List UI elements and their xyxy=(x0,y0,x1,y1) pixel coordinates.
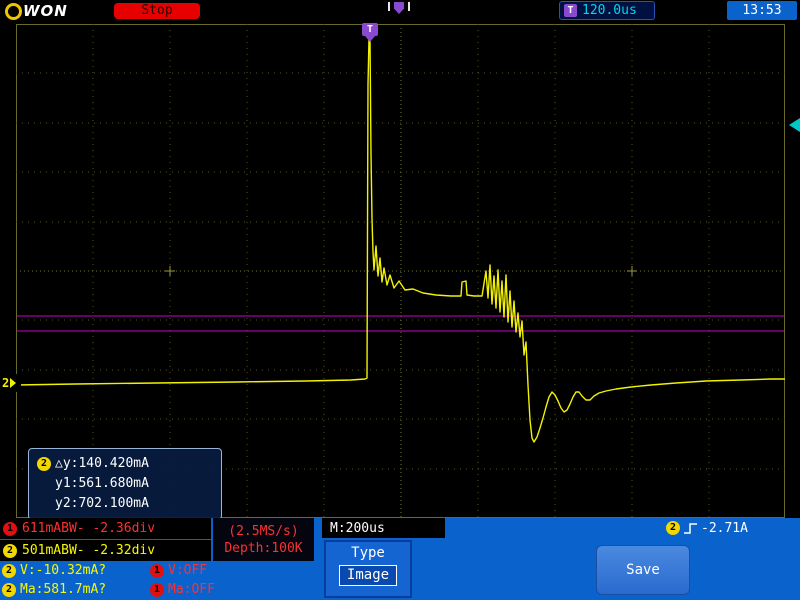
logo-text: WON xyxy=(23,2,68,20)
ch2-badge: 2 xyxy=(37,457,51,471)
ch2-position-label: 2 xyxy=(0,376,9,390)
timebase-value: M:200us xyxy=(330,521,385,536)
cursor-y2-row: y2:702.100mA xyxy=(37,494,213,514)
trigger-level-arrow-icon[interactable] xyxy=(782,118,800,132)
ch1-voltage-value: V:OFF xyxy=(168,563,207,578)
center-axes xyxy=(16,24,785,518)
run-stop-button[interactable]: Stop xyxy=(114,3,200,19)
trigger-t-icon: T xyxy=(564,4,577,17)
type-label: Type xyxy=(351,545,385,561)
ch1-voltage-readout: 1 V:OFF xyxy=(150,562,207,579)
trigger-position-pointer-icon[interactable] xyxy=(394,2,404,14)
trigger-holdoff-value: 120.0us xyxy=(582,3,637,18)
acquisition-info-box: (2.5MS/s) Depth:100K xyxy=(213,518,314,561)
clock: 13:53 xyxy=(727,1,797,20)
ch1-badge: 1 xyxy=(150,564,164,578)
ch2-status-box[interactable]: 2 501mABW- -2.32div xyxy=(0,540,211,561)
ch1-badge: 1 xyxy=(150,583,164,597)
trigger-horizontal-marker[interactable]: T xyxy=(362,23,378,36)
trigger-window-tick-right xyxy=(408,2,410,11)
logo-o-icon xyxy=(5,3,22,20)
cursor-delta-value: △y:140.420mA xyxy=(55,454,149,474)
waveform-display: T 2 2 △y:140.420mA y1:561.680mA y2:702.1… xyxy=(16,24,785,518)
bottom-panel: 1 611mABW- -2.36div 2 501mABW- -2.32div … xyxy=(0,518,800,600)
cursor-y1-value: y1:561.680mA xyxy=(55,474,149,494)
type-image-menu-button[interactable]: Type Image xyxy=(324,540,412,598)
sample-rate: (2.5MS/s) xyxy=(228,524,298,539)
type-selected-value[interactable]: Image xyxy=(339,565,397,586)
ch1-max-value: Ma:OFF xyxy=(168,582,215,597)
ch2-badge: 2 xyxy=(2,583,16,597)
ch2-voltage-readout: 2 V:-10.32mA? xyxy=(2,562,106,579)
ch1-scale-info: 611mABW- -2.36div xyxy=(22,521,155,536)
cursor-delta-row: 2 △y:140.420mA xyxy=(37,454,213,474)
ch2-voltage-value: V:-10.32mA? xyxy=(20,563,106,578)
trigger-window-tick-left xyxy=(388,2,390,11)
top-bar: WON Stop T 120.0us 13:53 xyxy=(0,0,800,22)
graticule xyxy=(16,24,785,518)
ch2-max-value: Ma:581.7mA? xyxy=(20,582,106,597)
memory-depth: Depth:100K xyxy=(224,541,302,556)
cursor-y2-value: y2:702.100mA xyxy=(55,494,149,514)
ch2-badge: 2 xyxy=(2,564,16,578)
cursor-y1-row: y1:561.680mA xyxy=(37,474,213,494)
trigger-level-readout[interactable]: 2 -2.71A xyxy=(666,520,748,536)
cursor-measurement-box: 2 △y:140.420mA y1:561.680mA y2:702.100mA xyxy=(28,448,222,520)
ch2-scale-info: 501mABW- -2.32div xyxy=(22,543,155,558)
ch2-badge: 2 xyxy=(3,544,17,558)
rising-edge-icon xyxy=(683,521,698,536)
oscilloscope-screen: WON Stop T 120.0us 13:53 xyxy=(0,0,800,600)
save-button[interactable]: Save xyxy=(596,545,690,595)
trigger-position-indicator[interactable] xyxy=(388,2,410,14)
trigger-source-badge: 2 xyxy=(666,521,680,535)
timebase-box[interactable]: M:200us xyxy=(322,518,445,538)
ch2-position-marker[interactable]: 2 xyxy=(0,374,21,392)
trigger-level-value: -2.71A xyxy=(701,521,748,536)
ch1-badge: 1 xyxy=(3,522,17,536)
owon-logo: WON xyxy=(5,2,68,20)
ch2-max-readout: 2 Ma:581.7mA? xyxy=(2,581,106,598)
ch2-position-arrow-icon xyxy=(10,378,21,388)
trigger-status-box: T 120.0us xyxy=(559,1,655,20)
ch1-max-readout: 1 Ma:OFF xyxy=(150,581,215,598)
ch1-status-box[interactable]: 1 611mABW- -2.36div xyxy=(0,518,211,539)
